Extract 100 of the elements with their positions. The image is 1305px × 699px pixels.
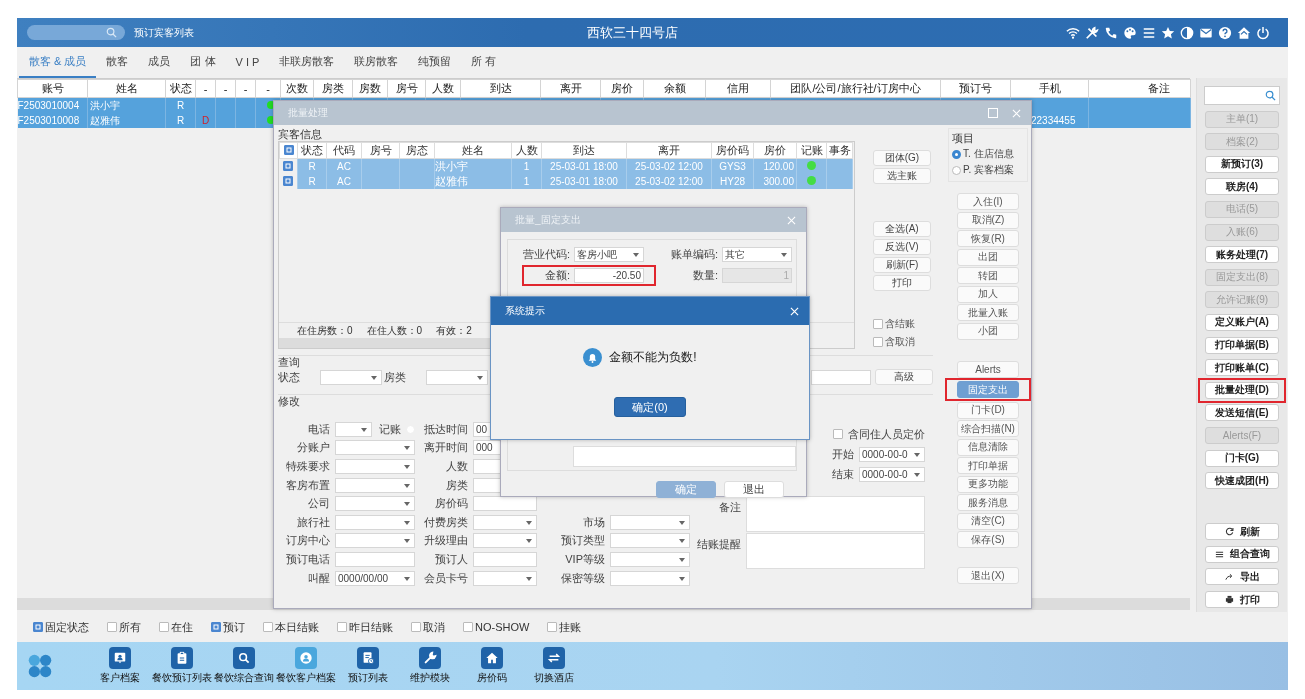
dropdown-field[interactable] [473, 570, 537, 586]
action-button[interactable]: 取消(Z) [957, 211, 1019, 229]
dock-app-button[interactable]: 客户档案 [89, 642, 151, 685]
tab[interactable]: 散客 [96, 47, 139, 78]
action-button[interactable]: 入住(I) [957, 193, 1019, 210]
dock-app-button[interactable]: 房价码 [461, 642, 523, 685]
contrast-icon[interactable] [1180, 25, 1194, 40]
search-field[interactable] [27, 25, 125, 40]
dialog-button[interactable]: 团体(G) [873, 150, 931, 166]
checkbox[interactable] [107, 622, 117, 632]
dropdown-field[interactable] [335, 477, 415, 493]
sidebar-button[interactable]: 新预订(3) [1205, 155, 1279, 173]
action-button[interactable]: 更多功能 [957, 475, 1019, 493]
dropdown-field[interactable]: 其它 [722, 247, 792, 262]
tab[interactable]: 成员 [138, 47, 181, 78]
sidebar-button[interactable]: 打印账单(C) [1205, 359, 1279, 377]
sidebar-button[interactable]: 快速成团(H) [1205, 472, 1279, 490]
checkbox[interactable] [283, 175, 294, 186]
dropdown-field[interactable]: 0000-00-0 [859, 466, 925, 482]
sidebar-button[interactable]: 打印单据(B) [1205, 336, 1279, 354]
dropdown-field[interactable] [473, 533, 537, 549]
dialog-button[interactable]: 打印 [873, 275, 931, 291]
action-button[interactable]: Alerts [957, 360, 1019, 378]
dropdown-field[interactable] [335, 496, 415, 512]
star-icon[interactable] [1161, 25, 1175, 40]
power-icon[interactable] [1256, 25, 1270, 40]
input-field[interactable]: -20.50 [574, 268, 644, 283]
ok-button[interactable]: 确定(0) [614, 397, 686, 417]
action-button[interactable]: 信息清除 [957, 438, 1019, 456]
sidebar-button[interactable]: 发送短信(E) [1205, 404, 1279, 422]
text-area[interactable] [746, 533, 925, 569]
dropdown-field[interactable] [473, 514, 537, 530]
checkbox[interactable] [873, 319, 883, 329]
menu-icon[interactable] [1142, 25, 1156, 40]
help-icon[interactable] [1218, 25, 1232, 40]
dialog-button[interactable]: 全选(A) [873, 221, 931, 237]
action-button[interactable]: 打印单据 [957, 457, 1019, 474]
dropdown-field[interactable] [320, 369, 382, 385]
dock-app-button[interactable]: 餐饮预订列表 [151, 642, 213, 685]
sidebar-button[interactable]: 打印 [1205, 591, 1279, 608]
action-button[interactable]: 综合扫描(N) [957, 420, 1019, 437]
sidebar-button[interactable]: 组合查询 [1205, 545, 1279, 563]
sidebar-button[interactable]: 账务处理(7) [1205, 246, 1279, 264]
page-link[interactable]: 预订宾客列表 [134, 25, 194, 40]
dropdown-field[interactable] [335, 421, 372, 437]
dropdown-field[interactable] [610, 533, 690, 549]
dropdown-field[interactable]: 0000-00-0 [859, 446, 925, 462]
tab[interactable]: 联房散客 [344, 47, 409, 78]
sidebar-button[interactable]: 刷新 [1205, 523, 1279, 541]
tab[interactable]: V I P [225, 47, 270, 78]
dropdown-field[interactable]: 客房小吧 [574, 247, 644, 262]
dialog-button[interactable]: 反选(V) [873, 239, 931, 255]
action-button[interactable]: 批量入账 [957, 304, 1019, 321]
dropdown-field[interactable] [610, 514, 690, 530]
sidebar-button[interactable]: 门卡(G) [1205, 449, 1279, 467]
sidebar-button[interactable]: 批量处理(D) [1205, 381, 1279, 399]
action-button[interactable]: 门卡(D) [957, 401, 1019, 419]
dropdown-field[interactable] [335, 440, 415, 456]
checkbox[interactable] [263, 622, 273, 632]
dialog-button[interactable]: 选主账 [873, 168, 931, 184]
dropdown-field[interactable] [610, 551, 690, 567]
input-field[interactable] [473, 551, 537, 567]
dock-app-button[interactable]: 预订列表 [337, 642, 399, 685]
dock-app-button[interactable]: 切换酒店 [523, 642, 585, 685]
dialog-button[interactable]: 刷新(F) [873, 257, 931, 273]
action-button[interactable]: 加人 [957, 285, 1019, 303]
dropdown-field[interactable] [335, 514, 415, 530]
checkbox[interactable] [211, 622, 221, 632]
search-field[interactable] [1204, 86, 1280, 105]
dock-app-button[interactable]: 餐饮客户档案 [275, 642, 337, 685]
tab[interactable]: 非联房散客 [269, 47, 345, 78]
tab[interactable]: 团 体 [180, 47, 226, 78]
checkbox[interactable] [833, 429, 843, 439]
text-area[interactable] [746, 496, 925, 532]
action-button[interactable]: 出团 [957, 248, 1019, 266]
checkbox[interactable] [463, 622, 473, 632]
dialog-button[interactable]: 退出 [724, 481, 784, 498]
palette-icon[interactable] [1123, 25, 1137, 40]
action-button[interactable]: 恢复(R) [957, 230, 1019, 247]
home-icon[interactable] [1237, 25, 1251, 40]
checkbox[interactable] [337, 622, 347, 632]
tab[interactable]: 所 有 [461, 47, 507, 78]
action-button[interactable]: 转团 [957, 267, 1019, 284]
sidebar-button[interactable]: 导出 [1205, 568, 1279, 586]
phone-icon[interactable] [1104, 25, 1118, 40]
dropdown-field[interactable] [610, 570, 690, 586]
input-field[interactable] [473, 496, 537, 512]
dock-app-button[interactable]: 维护模块 [399, 642, 461, 685]
checkbox[interactable] [873, 337, 883, 347]
dropdown-field[interactable]: 0000/00/00 [335, 570, 415, 586]
tab[interactable]: 纯预留 [408, 47, 462, 78]
dock-app-button[interactable]: 餐饮综合查询 [213, 642, 275, 685]
checkbox[interactable] [159, 622, 169, 632]
sidebar-button[interactable]: 联房(4) [1205, 178, 1279, 196]
dropdown-field[interactable] [335, 533, 415, 549]
radio-button[interactable] [952, 149, 961, 159]
action-button[interactable]: 服务消息 [957, 494, 1019, 511]
tools-icon[interactable] [1085, 25, 1099, 40]
checkbox[interactable] [411, 622, 421, 632]
wifi-icon[interactable] [1066, 25, 1080, 40]
